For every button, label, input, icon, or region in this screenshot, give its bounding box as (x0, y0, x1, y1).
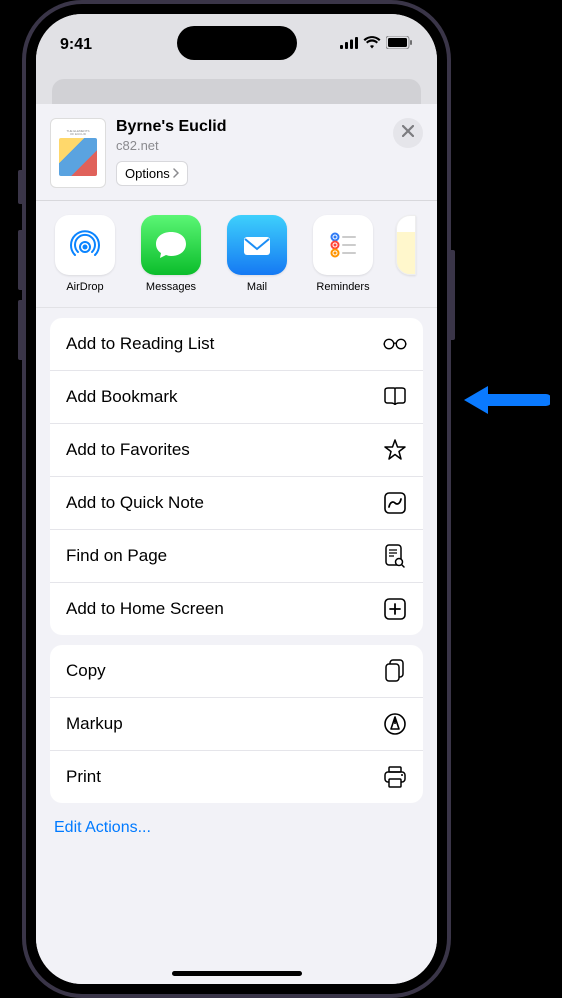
callout-arrow (460, 380, 550, 420)
action-copy[interactable]: Copy (50, 645, 423, 698)
share-apps-row[interactable]: AirDrop Messages Mail (36, 201, 437, 308)
action-find-on-page[interactable]: Find on Page (50, 530, 423, 583)
action-add-to-favorites[interactable]: Add to Favorites (50, 424, 423, 477)
app-notes-partial[interactable] (396, 215, 416, 293)
chevron-right-icon (173, 166, 179, 181)
action-add-to-home-screen[interactable]: Add to Home Screen (50, 583, 423, 635)
action-add-to-reading-list[interactable]: Add to Reading List (50, 318, 423, 371)
share-subtitle: c82.net (116, 138, 383, 153)
star-icon (383, 438, 407, 462)
page-thumbnail: THE ELEMENTSOF EUCLID (50, 118, 106, 188)
action-markup[interactable]: Markup (50, 698, 423, 751)
status-time: 9:41 (60, 36, 92, 54)
actions-scroll-area[interactable]: Add to Reading List Add Bookmark (36, 308, 437, 984)
reminders-icon (313, 215, 373, 275)
glasses-icon (383, 332, 407, 356)
action-print[interactable]: Print (50, 751, 423, 803)
home-indicator[interactable] (172, 971, 302, 976)
background-tab-strip (36, 64, 437, 104)
app-mail[interactable]: Mail (224, 215, 290, 293)
battery-icon (386, 36, 413, 54)
book-icon (383, 385, 407, 409)
doc-on-doc-icon (383, 659, 407, 683)
share-sheet-header: THE ELEMENTSOF EUCLID Byrne's Euclid c82… (36, 104, 437, 201)
notes-icon (396, 215, 416, 275)
action-add-to-quick-note[interactable]: Add to Quick Note (50, 477, 423, 530)
close-icon (402, 124, 414, 142)
screen: 9:41 T (36, 14, 437, 984)
mail-icon (227, 215, 287, 275)
actions-group-2: Copy Markup Print (50, 645, 423, 803)
printer-icon (383, 765, 407, 789)
wifi-icon (363, 36, 381, 54)
app-airdrop[interactable]: AirDrop (52, 215, 118, 293)
close-button[interactable] (393, 118, 423, 148)
quicknote-icon (383, 491, 407, 515)
phone-frame: 9:41 T (22, 0, 451, 998)
app-messages[interactable]: Messages (138, 215, 204, 293)
markup-icon (383, 712, 407, 736)
share-title: Byrne's Euclid (116, 118, 383, 136)
dynamic-island (177, 26, 297, 60)
cellular-icon (340, 36, 358, 54)
edit-actions-link[interactable]: Edit Actions... (50, 813, 423, 837)
app-reminders[interactable]: Reminders (310, 215, 376, 293)
doc-search-icon (383, 544, 407, 568)
share-sheet: THE ELEMENTSOF EUCLID Byrne's Euclid c82… (36, 104, 437, 984)
airdrop-icon (55, 215, 115, 275)
messages-icon (141, 215, 201, 275)
actions-group-1: Add to Reading List Add Bookmark (50, 318, 423, 635)
options-button[interactable]: Options (116, 161, 188, 186)
plus-square-icon (383, 597, 407, 621)
action-add-bookmark[interactable]: Add Bookmark (50, 371, 423, 424)
